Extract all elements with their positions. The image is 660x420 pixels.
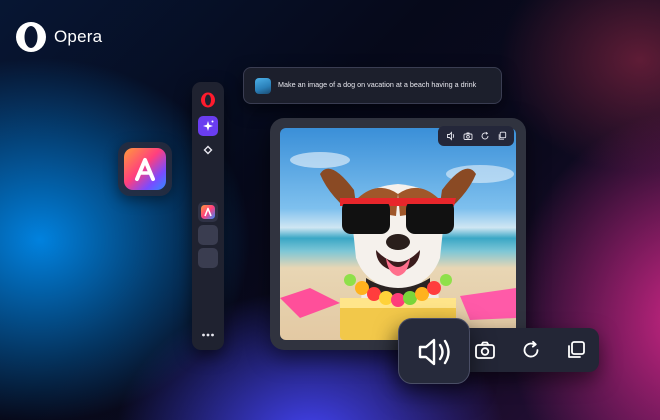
aria-a-icon [124, 148, 166, 190]
sidebar-item-diamond[interactable] [198, 140, 218, 160]
generated-image[interactable] [280, 128, 516, 340]
opera-icon [198, 90, 218, 110]
avatar [255, 78, 271, 94]
aria-icon [198, 202, 218, 222]
generated-image-panel [270, 118, 526, 350]
camera-button[interactable] [474, 339, 496, 361]
prompt-message: Make an image of a dog on vacation at a … [243, 67, 502, 104]
speaker-icon[interactable] [446, 131, 456, 141]
aria-app-icon[interactable] [118, 142, 172, 196]
browser-sidebar [192, 82, 224, 350]
opera-o-icon [14, 20, 48, 54]
sidebar-more-button[interactable] [198, 328, 218, 342]
copy-button[interactable] [565, 339, 587, 361]
speaker-button[interactable] [398, 318, 470, 384]
prompt-text: Make an image of a dog on vacation at a … [278, 80, 477, 89]
sidebar-item-ai[interactable] [198, 116, 218, 136]
copy-icon [565, 339, 587, 361]
camera-icon[interactable] [463, 131, 473, 141]
refresh-icon[interactable] [480, 131, 490, 141]
diamond-icon [198, 140, 218, 160]
sidebar-item-empty[interactable] [198, 225, 218, 245]
refresh-icon [520, 339, 542, 361]
sidebar-item-empty[interactable] [198, 248, 218, 268]
image-mini-toolbar [438, 126, 514, 146]
more-icon [198, 328, 218, 342]
regenerate-button[interactable] [520, 339, 542, 361]
opera-logo: Opera [14, 20, 102, 54]
sidebar-item-opera[interactable] [198, 90, 218, 110]
brand-name: Opera [54, 27, 103, 46]
copy-icon[interactable] [497, 131, 507, 141]
sidebar-item-aria[interactable] [198, 202, 218, 222]
camera-icon [474, 339, 496, 361]
ai-sparkle-icon [198, 116, 218, 136]
